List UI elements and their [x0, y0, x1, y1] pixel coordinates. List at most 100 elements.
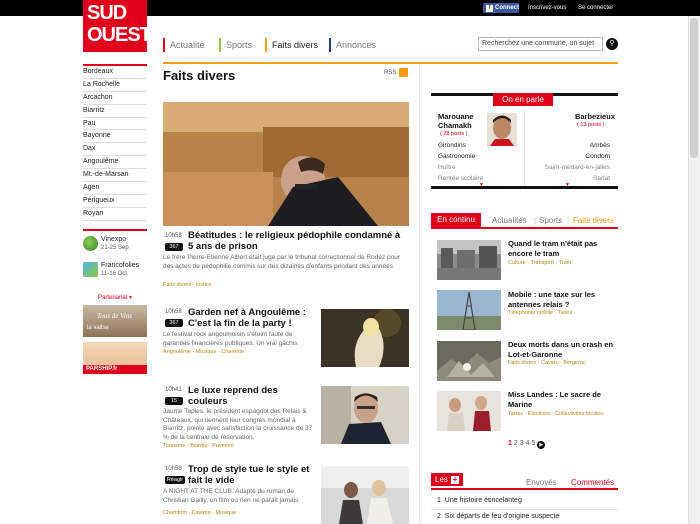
plus-icon: + — [450, 475, 459, 484]
topic-link[interactable]: Girondins — [438, 140, 466, 151]
nav-actualite[interactable]: Actualité — [163, 38, 205, 52]
filter-actualites[interactable]: Actualités — [492, 216, 527, 226]
article-time: 10h58 — [165, 466, 182, 472]
rss-link[interactable]: RSS — [384, 70, 396, 76]
sud-ouest-logo[interactable]: SUD OUEST — [83, 0, 152, 52]
comment-count-badge[interactable]: 367 — [165, 319, 183, 327]
news-thumbnail[interactable] — [437, 290, 501, 330]
article-tags[interactable]: Angoulême · Musique · Charente — [163, 349, 244, 355]
filter-commentes[interactable]: Commentés — [571, 478, 614, 487]
filter-sports[interactable]: Sports — [539, 216, 562, 226]
article-time: 10h58 — [165, 309, 182, 315]
lead-article-image[interactable] — [163, 102, 409, 226]
news-tags[interactable]: Tartas · Élections · Collectivités local… — [508, 410, 616, 418]
city-link[interactable]: Biarritz — [83, 105, 147, 118]
article-thumbnail[interactable] — [321, 309, 409, 367]
news-thumbnail[interactable] — [437, 341, 501, 381]
news-title[interactable]: Quand le tram n'était pas encore le tram — [508, 239, 616, 258]
page-link[interactable]: 3 — [520, 440, 524, 447]
topic-name[interactable]: Marouane Chamakh — [438, 112, 486, 130]
ad-parship[interactable]: PARSHIP.fr — [83, 342, 147, 374]
ad-tous-de-vins[interactable]: Tous de Vins la valise — [83, 305, 147, 337]
facebook-icon: f — [486, 5, 493, 12]
page-link[interactable]: 2 — [514, 440, 518, 447]
article-summary: A NIGHT AT THE CLUB. Adapté du roman de … — [163, 488, 299, 504]
city-link[interactable]: Périgueux — [83, 195, 147, 208]
article-summary: Le festival rock angoumoisin s'éteint fa… — [163, 331, 298, 347]
city-link[interactable]: Bordeaux — [83, 66, 147, 79]
page-link[interactable]: 4 — [526, 440, 530, 447]
article-title[interactable]: Garden nef à Angoulême : C'est la fin de… — [188, 307, 316, 329]
topic-link[interactable]: Condom — [530, 151, 610, 162]
city-link[interactable]: Bayonne — [83, 130, 147, 144]
topic-post-count: ( 13 posts ) — [577, 122, 605, 128]
comment-count-badge[interactable]: 15 — [165, 397, 183, 405]
chevron-down-icon[interactable]: ▼ — [479, 182, 484, 188]
scrollbar-thumb[interactable] — [690, 18, 698, 158]
filter-faits-divers[interactable]: Faits divers — [573, 216, 614, 226]
nav-annonces[interactable]: Annonces — [329, 38, 376, 52]
ranked-item[interactable]: 2 Six départs de feu d'origine suspecte — [437, 513, 559, 520]
topic-link[interactable]: Huître — [438, 162, 456, 173]
festival-icon — [83, 262, 98, 277]
article-tags[interactable]: Chambon · Cinéma · Musique — [163, 510, 236, 516]
article-title[interactable]: Le luxe reprend des couleurs — [188, 385, 316, 407]
rss-icon[interactable] — [399, 68, 408, 77]
news-title[interactable]: Mobile : une taxe sur les antennes relai… — [508, 290, 616, 309]
city-link[interactable]: Mt.-de-Marsan — [83, 169, 147, 183]
article-title[interactable]: Béatitudes : le religieux pédophile cond… — [188, 230, 408, 252]
topic-link[interactable]: Saint-médard-en-jalles — [528, 162, 610, 173]
nav-faits-divers[interactable]: Faits divers — [265, 38, 318, 52]
nav-sports[interactable]: Sports — [219, 38, 252, 52]
filter-envoyes[interactable]: Envoyés — [526, 478, 557, 487]
news-title[interactable]: Deux morts dans un crash en Lot-et-Garon… — [508, 340, 616, 359]
city-link[interactable]: Royan — [83, 208, 147, 221]
globe-icon — [83, 236, 98, 251]
react-badge[interactable]: Réagir — [165, 476, 185, 484]
news-tags[interactable]: Faits divers · Cavarc · Bergerac — [508, 359, 616, 367]
news-tags[interactable]: Téléphonie mobile · Taxes — [508, 309, 616, 317]
topic-link[interactable]: Ambès — [530, 140, 610, 151]
city-link[interactable]: Arcachon — [83, 92, 147, 105]
city-link[interactable]: La Rochelle — [83, 79, 147, 92]
section-divider — [163, 62, 618, 64]
city-link[interactable]: Pau — [83, 118, 147, 131]
city-link[interactable]: Dax — [83, 143, 147, 157]
les-plus-tab[interactable]: Les + — [431, 473, 463, 486]
topic-name[interactable]: Barbezieux — [567, 112, 615, 121]
page-link[interactable]: 1 — [508, 440, 512, 447]
facebook-connect-button[interactable]: f Connect — [483, 3, 519, 13]
topic-link[interactable]: Gastronomie — [438, 151, 475, 162]
search-icon[interactable]: ⚲ — [606, 38, 618, 50]
article-thumbnail[interactable] — [321, 386, 409, 444]
pagination: 1 2 3 4 5 ▶ — [508, 440, 546, 449]
search-input[interactable]: Recherchez une commune, un sujet — [478, 37, 603, 51]
page-link[interactable]: 5 — [531, 440, 535, 447]
en-continu-tab[interactable]: En continu — [431, 213, 481, 227]
topic-avatar[interactable] — [487, 113, 517, 146]
news-tags[interactable]: Culture · Transport · Tram — [508, 259, 616, 267]
next-page-icon[interactable]: ▶ — [537, 441, 546, 449]
article-tags[interactable]: Tourisme · Biarritz · Puymirol — [163, 443, 234, 449]
news-thumbnail[interactable] — [437, 240, 501, 280]
comment-count-badge[interactable]: 367 — [165, 243, 183, 251]
article-thumbnail[interactable] — [321, 466, 409, 524]
event-vinexpo[interactable]: Vinexpo 21-25 Sep — [83, 234, 147, 258]
article-tags[interactable]: Faits divers · justice — [163, 282, 212, 288]
topic-link[interactable]: Sarlat — [530, 173, 610, 184]
topic-link[interactable]: Rentée scolaire — [438, 173, 483, 184]
column-divider — [419, 64, 420, 524]
on-en-parle-tab[interactable]: On en parle — [493, 93, 553, 106]
login-link[interactable]: Se connecter — [578, 3, 613, 13]
partenariat-label: Partenariat ▾ — [97, 295, 133, 301]
city-link[interactable]: Agen — [83, 182, 147, 195]
register-link[interactable]: Inscrivez-vous — [528, 3, 566, 13]
chevron-down-icon[interactable]: ▼ — [565, 182, 570, 188]
event-francofolies[interactable]: Francofolies 11-16 Oct — [83, 260, 147, 284]
page-title: Faits divers — [163, 68, 236, 83]
article-title[interactable]: Trop de style tue le style et fait le vi… — [188, 464, 316, 486]
news-thumbnail[interactable] — [437, 391, 501, 431]
ranked-item[interactable]: 1 Une histoire étincelanteg — [437, 497, 522, 504]
city-link[interactable]: Angoulême — [83, 156, 147, 170]
news-title[interactable]: Miss Landes : Le sacre de Marine — [508, 390, 616, 409]
